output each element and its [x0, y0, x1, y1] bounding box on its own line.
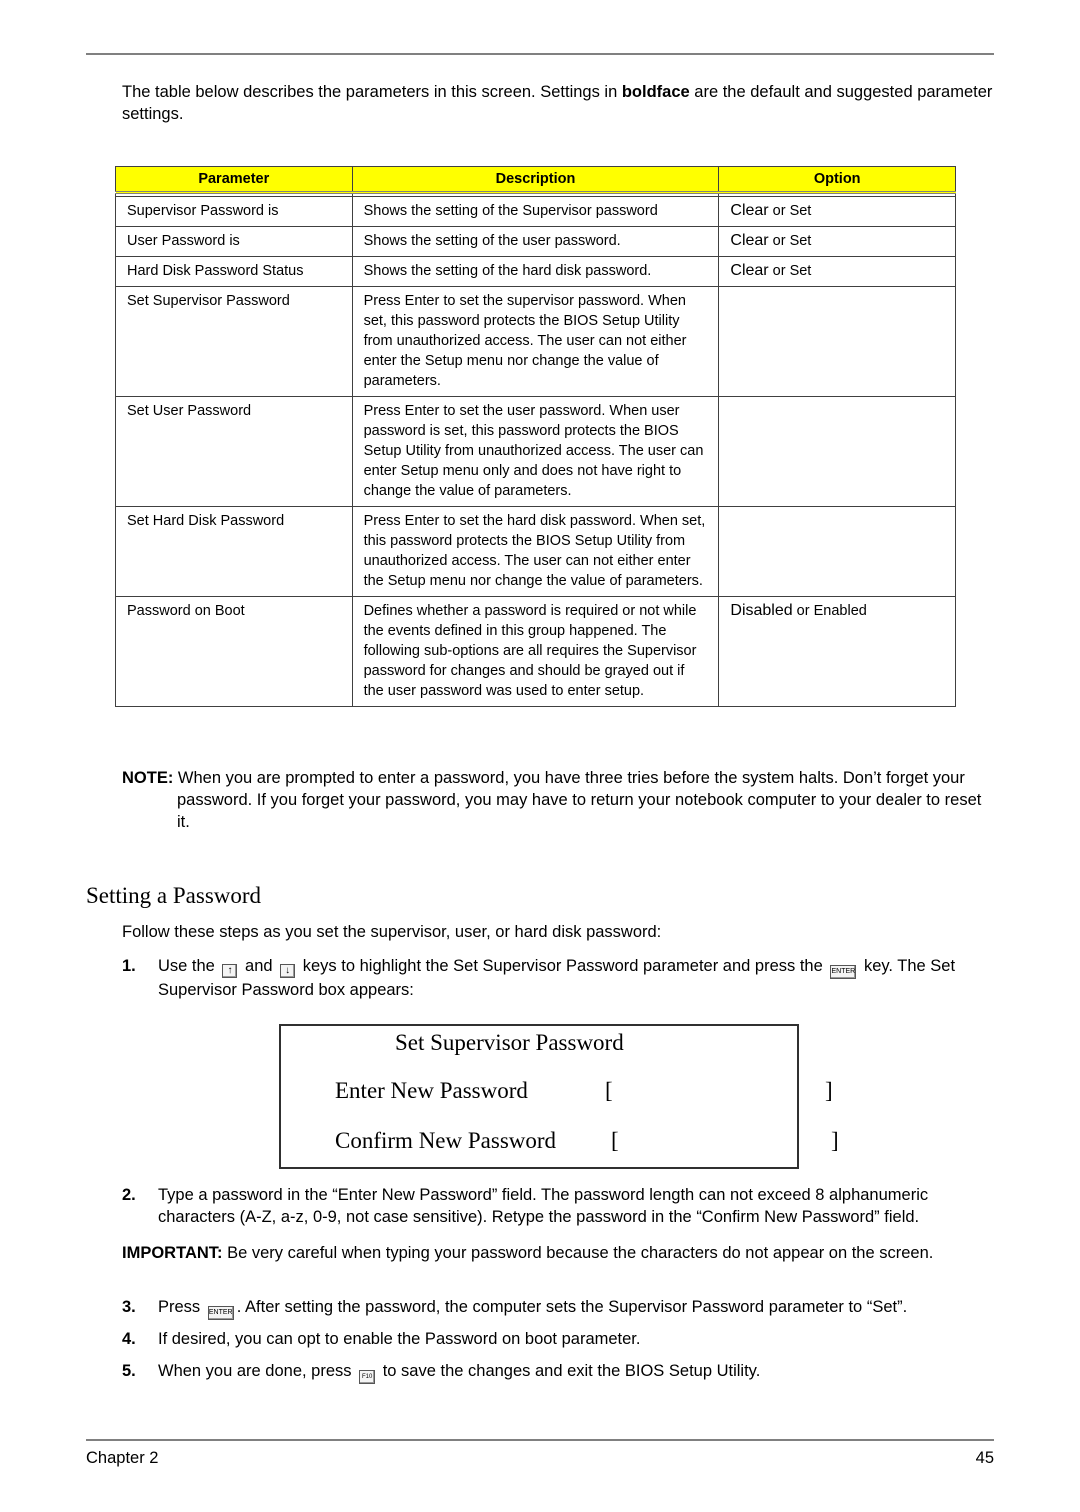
enter-key-icon: ENTER — [207, 1306, 234, 1320]
step-2: 2. Type a password in the “Enter New Pas… — [122, 1184, 994, 1228]
cell-description: Defines whether a password is required o… — [351, 596, 720, 707]
parameters-table: Parameter Description Option Supervisor … — [115, 166, 956, 707]
option-alt: or Enabled — [792, 603, 867, 619]
step-text: If desired, you can opt to enable the Pa… — [158, 1330, 641, 1348]
option-alt: or Set — [768, 263, 812, 279]
header-option: Option — [718, 166, 956, 194]
header-parameter: Parameter — [115, 166, 353, 194]
set-supervisor-password-dialog: Set Supervisor Password Enter New Passwo… — [279, 1024, 839, 1169]
follow-text: Follow these steps as you set the superv… — [122, 923, 662, 941]
table-row: Hard Disk Password Status Shows the sett… — [115, 256, 956, 287]
f10-key-icon: F10 — [359, 1370, 376, 1384]
table-header-row: Parameter Description Option — [115, 166, 956, 194]
option-alt: or Set — [768, 233, 812, 249]
important-text: Be very careful when typing your passwor… — [222, 1244, 934, 1262]
confirm-new-password-label: Confirm New Password — [335, 1128, 557, 1153]
option-default: Disabled — [730, 602, 793, 619]
important-label: IMPORTANT: — [122, 1244, 223, 1262]
up-arrow-key-icon: ↑ — [222, 964, 238, 978]
note-text: When you are prompted to enter a passwor… — [173, 769, 982, 831]
table-row: Set Supervisor Password Press Enter to s… — [115, 286, 956, 397]
header-description: Description — [351, 166, 720, 194]
cell-option: Clear or Set — [718, 256, 956, 287]
table-row: Set Hard Disk Password Press Enter to se… — [115, 506, 956, 597]
step-text-part: keys to highlight the Set Supervisor Pas… — [298, 957, 828, 975]
step-text-part: When you are done, press — [158, 1362, 357, 1380]
bracket-close: ] — [831, 1128, 839, 1153]
table-row: Password on Boot Defines whether a passw… — [115, 596, 956, 707]
step-text: Use the ↑ and ↓ keys to highlight the Se… — [158, 955, 994, 1001]
cell-parameter: Hard Disk Password Status — [115, 256, 353, 287]
cell-option — [718, 396, 956, 507]
option-default: Clear — [730, 232, 769, 249]
cell-parameter: Password on Boot — [115, 596, 353, 707]
enter-key-icon: ENTER — [830, 965, 857, 979]
step-number: 5. — [122, 1362, 136, 1380]
cell-description: Press Enter to set the hard disk passwor… — [351, 506, 720, 597]
cell-description: Shows the setting of the Supervisor pass… — [351, 196, 720, 227]
step-1: 1. Use the ↑ and ↓ keys to highlight the… — [122, 955, 994, 1001]
option-default: Clear — [730, 202, 769, 219]
table-row: User Password is Shows the setting of th… — [115, 226, 956, 257]
section-title: Setting a Password — [86, 883, 262, 908]
bracket-close: ] — [825, 1078, 833, 1103]
note-label: NOTE: — [122, 769, 174, 787]
step-text-part: . After setting the password, the comput… — [236, 1298, 908, 1316]
step-text-part: Use the — [158, 957, 220, 975]
step-text-part: to save the changes and exit the BIOS Se… — [378, 1362, 761, 1380]
cell-option: Clear or Set — [718, 196, 956, 227]
cell-parameter: Set User Password — [115, 396, 353, 507]
cell-option — [718, 506, 956, 597]
step-3: 3. Press ENTER. After setting the passwo… — [122, 1296, 994, 1320]
dialog-title: Set Supervisor Password — [395, 1030, 624, 1055]
option-alt: or Set — [768, 203, 812, 219]
table-row: Set User Password Press Enter to set the… — [115, 396, 956, 507]
step-number: 2. — [122, 1186, 136, 1204]
step-text-part: and — [240, 957, 278, 975]
cell-option: Disabled or Enabled — [718, 596, 956, 707]
cell-parameter: Set Supervisor Password — [115, 286, 353, 397]
footer-page-number: 45 — [975, 1449, 994, 1467]
intro-text: The table below describes the parameters… — [122, 83, 622, 101]
intro-paragraph: The table below describes the parameters… — [122, 81, 1002, 125]
header-rule — [86, 53, 994, 55]
footer-rule — [86, 1439, 994, 1441]
step-text: Type a password in the “Enter New Passwo… — [158, 1186, 929, 1226]
note-paragraph: NOTE: When you are prompted to enter a p… — [122, 767, 994, 833]
cell-description: Press Enter to set the user password. Wh… — [351, 396, 720, 507]
down-arrow-key-icon: ↓ — [280, 964, 296, 978]
cell-option: Clear or Set — [718, 226, 956, 257]
intro-bold-word: boldface — [621, 83, 690, 101]
step-text-part: Press — [158, 1298, 205, 1316]
step-number: 1. — [122, 957, 136, 975]
step-5: 5. When you are done, press F10 to save … — [122, 1360, 994, 1384]
cell-parameter: User Password is — [115, 226, 353, 257]
option-default: Clear — [730, 262, 769, 279]
cell-description: Shows the setting of the hard disk passw… — [351, 256, 720, 287]
enter-new-password-row: Enter New Password [ ] — [335, 1078, 833, 1104]
enter-new-password-label: Enter New Password — [335, 1078, 528, 1103]
step-text: Press ENTER. After setting the password,… — [158, 1296, 994, 1320]
bracket-open: [ — [605, 1078, 613, 1103]
important-paragraph: IMPORTANT: Be very careful when typing y… — [122, 1242, 994, 1264]
cell-parameter: Supervisor Password is — [115, 196, 353, 227]
step-number: 3. — [122, 1298, 136, 1316]
cell-description: Press Enter to set the supervisor passwo… — [351, 286, 720, 397]
step-text: When you are done, press F10 to save the… — [158, 1360, 994, 1384]
footer-chapter: Chapter 2 — [86, 1449, 159, 1467]
confirm-new-password-row: Confirm New Password [ ] — [335, 1128, 839, 1154]
bracket-open: [ — [611, 1128, 619, 1153]
table-row: Supervisor Password is Shows the setting… — [115, 196, 956, 227]
cell-parameter: Set Hard Disk Password — [115, 506, 353, 597]
step-4: 4. If desired, you can opt to enable the… — [122, 1328, 994, 1350]
step-number: 4. — [122, 1330, 136, 1348]
cell-description: Shows the setting of the user password. — [351, 226, 720, 257]
cell-option — [718, 286, 956, 397]
